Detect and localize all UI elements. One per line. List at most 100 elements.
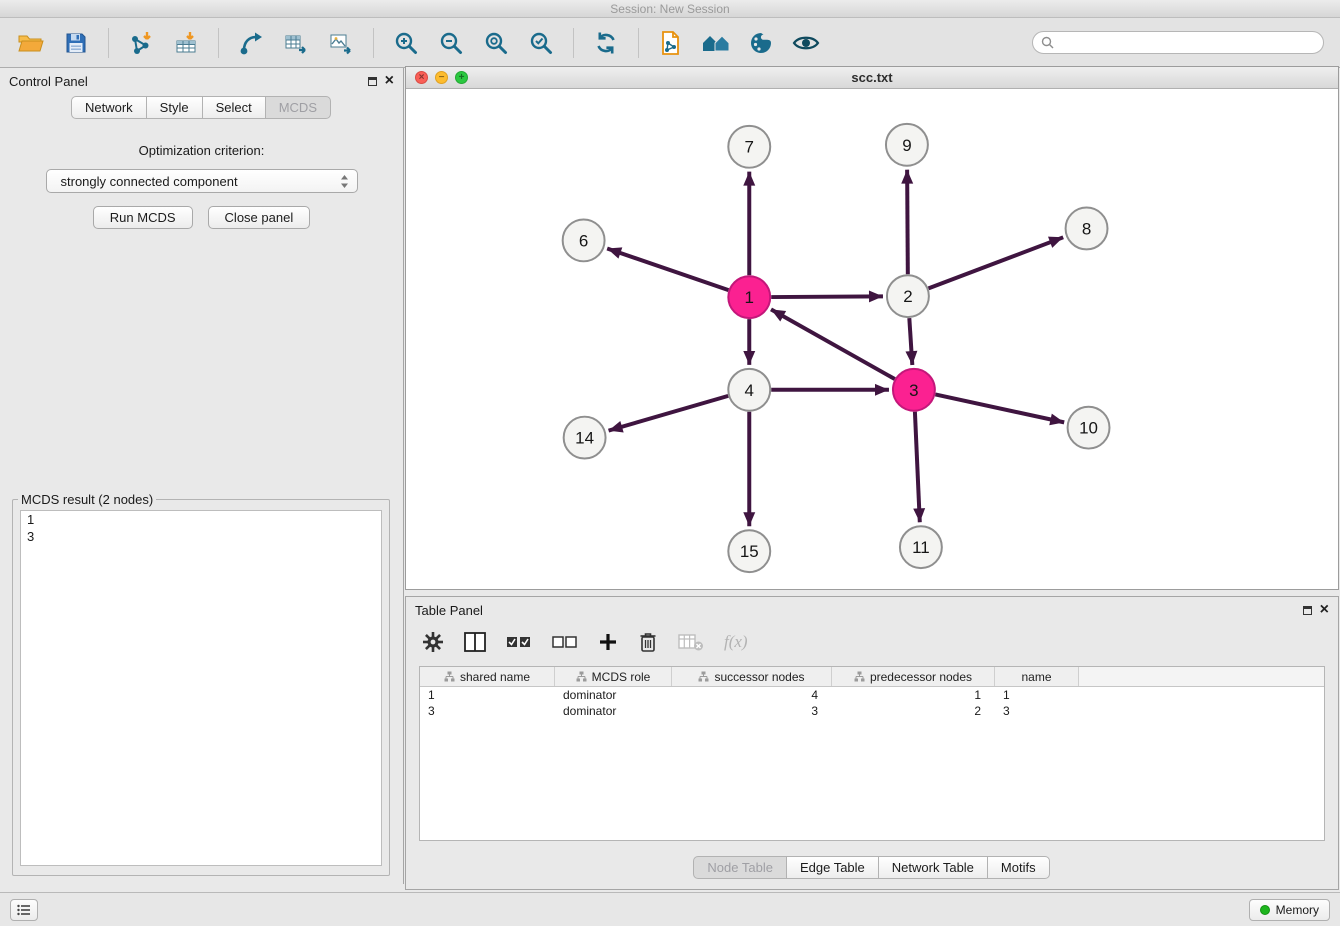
cell-mcds-role[interactable]: dominator: [555, 704, 672, 718]
search-box[interactable]: [1032, 31, 1324, 54]
cell-predecessor-nodes[interactable]: 1: [832, 688, 995, 702]
mcds-result-list[interactable]: 1 3: [20, 510, 382, 866]
column-header-shared-name[interactable]: shared name: [420, 667, 555, 686]
network-edge-3-1[interactable]: [771, 309, 895, 379]
function-builder-icon: f(x): [724, 632, 748, 652]
visual-style-icon[interactable]: [740, 23, 782, 63]
eye-icon[interactable]: [785, 23, 827, 63]
network-edge-1-2[interactable]: [771, 296, 883, 297]
cell-shared-name[interactable]: 3: [420, 704, 555, 718]
maximize-window-icon[interactable]: +: [455, 71, 468, 84]
table-panel-title: Table Panel: [415, 603, 483, 618]
network-edge-2-9[interactable]: [907, 170, 908, 275]
network-node-8[interactable]: 8: [1066, 208, 1108, 250]
float-table-panel-icon[interactable]: [1303, 606, 1312, 615]
cell-successor-nodes[interactable]: 4: [672, 688, 832, 702]
close-table-panel-icon[interactable]: ×: [1320, 603, 1329, 617]
table-header-row: shared name MCDS role successor nodes pr…: [420, 667, 1324, 687]
search-icon: [1041, 36, 1054, 49]
network-node-14[interactable]: 14: [564, 417, 606, 459]
select-all-columns-icon[interactable]: [506, 633, 532, 651]
column-header-name[interactable]: name: [995, 667, 1079, 686]
network-edge-3-10[interactable]: [935, 394, 1064, 422]
network-edge-1-6[interactable]: [607, 248, 728, 290]
tab-mcds[interactable]: MCDS: [265, 96, 331, 119]
float-panel-icon[interactable]: [368, 77, 377, 86]
network-edge-4-14[interactable]: [609, 396, 729, 431]
import-table-icon[interactable]: [165, 23, 207, 63]
network-node-7[interactable]: 7: [728, 126, 770, 168]
network-node-11[interactable]: 11: [900, 526, 942, 568]
cell-name[interactable]: 3: [995, 704, 1079, 718]
zoom-in-icon[interactable]: [385, 23, 427, 63]
export-network-icon[interactable]: [230, 23, 272, 63]
tab-select[interactable]: Select: [202, 96, 266, 119]
export-image-icon[interactable]: [320, 23, 362, 63]
result-item[interactable]: 1: [21, 511, 381, 528]
table-settings-gear-icon[interactable]: [422, 631, 444, 653]
zoom-selected-icon[interactable]: [520, 23, 562, 63]
tab-motifs[interactable]: Motifs: [987, 856, 1050, 879]
network-node-15[interactable]: 15: [728, 530, 770, 572]
status-bar: Memory: [0, 892, 1340, 926]
mcds-result-box: MCDS result (2 nodes) 1 3: [12, 492, 390, 876]
close-panel-button[interactable]: Close panel: [208, 206, 311, 229]
cell-name[interactable]: 1: [995, 688, 1079, 702]
mcds-result-title: MCDS result (2 nodes): [18, 492, 156, 507]
cell-predecessor-nodes[interactable]: 2: [832, 704, 995, 718]
table-row[interactable]: 1 dominator 4 1 1: [420, 687, 1324, 703]
tab-network[interactable]: Network: [71, 96, 147, 119]
tab-style[interactable]: Style: [146, 96, 203, 119]
home-icon[interactable]: [695, 23, 737, 63]
save-session-icon[interactable]: [55, 23, 97, 63]
run-mcds-button[interactable]: Run MCDS: [93, 206, 193, 229]
network-edge-3-11[interactable]: [915, 412, 920, 523]
search-input[interactable]: [1059, 36, 1315, 50]
cell-mcds-role[interactable]: dominator: [555, 688, 672, 702]
unselect-all-columns-icon[interactable]: [552, 633, 578, 651]
tab-network-table[interactable]: Network Table: [878, 856, 988, 879]
column-header-predecessor-nodes[interactable]: predecessor nodes: [832, 667, 995, 686]
show-columns-icon[interactable]: [464, 632, 486, 652]
cell-shared-name[interactable]: 1: [420, 688, 555, 702]
control-panel-title: Control Panel: [9, 74, 88, 89]
memory-button[interactable]: Memory: [1249, 899, 1330, 921]
network-edge-2-3[interactable]: [909, 318, 912, 365]
tab-edge-table[interactable]: Edge Table: [786, 856, 879, 879]
export-table-icon[interactable]: [275, 23, 317, 63]
table-row[interactable]: 3 dominator 3 2 3: [420, 703, 1324, 719]
column-header-mcds-role[interactable]: MCDS role: [555, 667, 672, 686]
network-svg: 7 9 6 8 1 2 4 3 14 10 15 11: [406, 90, 1338, 589]
window-title: Session: New Session: [610, 2, 729, 16]
network-window-titlebar: × − + scc.txt: [406, 67, 1338, 89]
criterion-dropdown[interactable]: strongly connected component: [46, 169, 358, 193]
tab-node-table[interactable]: Node Table: [693, 856, 787, 879]
zoom-fit-icon[interactable]: [475, 23, 517, 63]
network-node-4[interactable]: 4: [728, 369, 770, 411]
tree-icon: [854, 671, 865, 682]
network-node-10[interactable]: 10: [1068, 407, 1110, 449]
result-item[interactable]: 3: [21, 528, 381, 545]
zoom-out-icon[interactable]: [430, 23, 472, 63]
close-window-icon[interactable]: ×: [415, 71, 428, 84]
task-history-list-icon[interactable]: [10, 899, 38, 921]
column-header-successor-nodes[interactable]: successor nodes: [672, 667, 832, 686]
network-node-2[interactable]: 2: [887, 275, 929, 317]
cell-successor-nodes[interactable]: 3: [672, 704, 832, 718]
network-node-3[interactable]: 3: [893, 369, 935, 411]
minimize-window-icon[interactable]: −: [435, 71, 448, 84]
control-panel-tabs: Network Style Select MCDS: [0, 96, 403, 119]
import-network-icon[interactable]: [120, 23, 162, 63]
network-node-1[interactable]: 1: [728, 276, 770, 318]
table-tabs: Node Table Edge Table Network Table Moti…: [406, 856, 1338, 879]
create-column-plus-icon[interactable]: [598, 632, 618, 652]
network-document-icon[interactable]: [650, 23, 692, 63]
delete-column-trash-icon[interactable]: [638, 631, 658, 653]
network-node-9[interactable]: 9: [886, 124, 928, 166]
network-canvas[interactable]: 7 9 6 8 1 2 4 3 14 10 15 11: [406, 90, 1338, 589]
close-panel-icon[interactable]: ×: [385, 74, 394, 88]
open-session-icon[interactable]: [10, 23, 52, 63]
refresh-icon[interactable]: [585, 23, 627, 63]
network-edge-2-8[interactable]: [928, 237, 1063, 288]
network-node-6[interactable]: 6: [563, 219, 605, 261]
